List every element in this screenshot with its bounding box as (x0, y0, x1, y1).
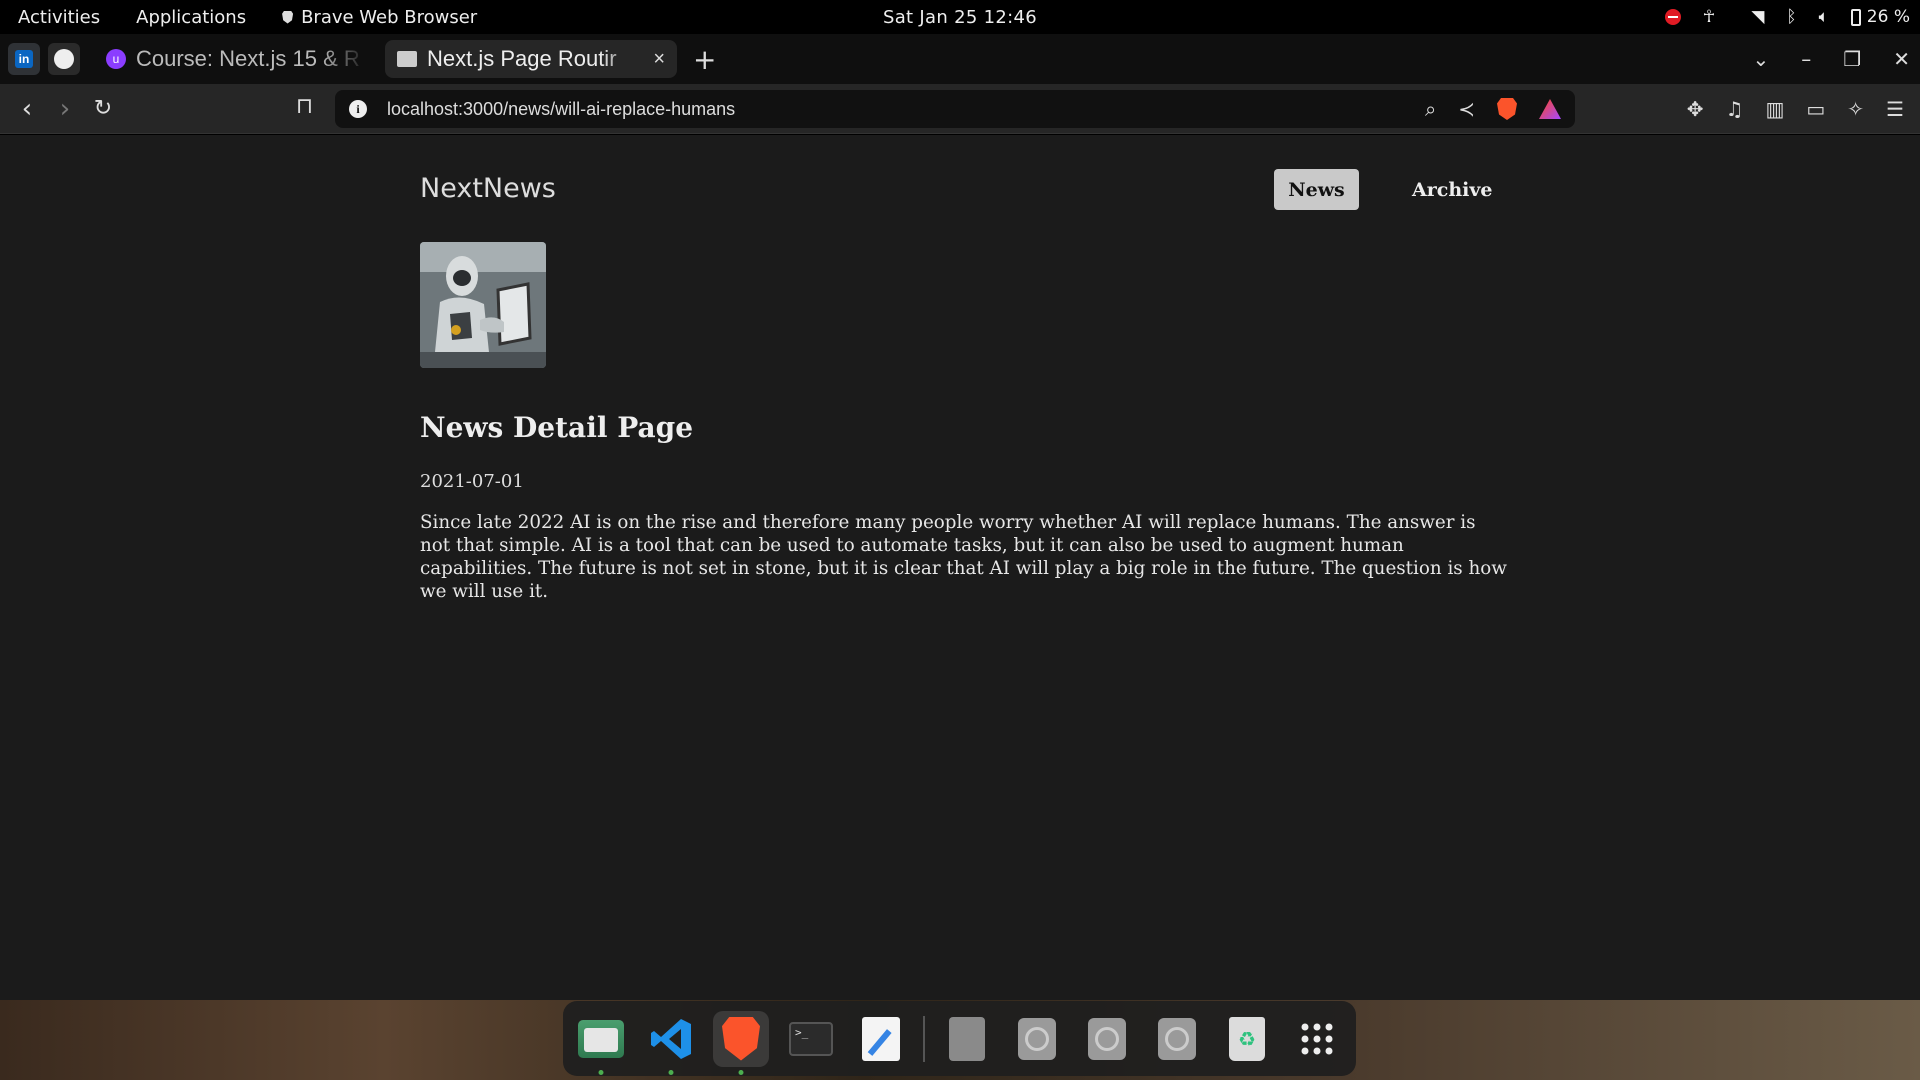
nav-link-news[interactable]: News (1274, 169, 1359, 210)
running-indicator (668, 1069, 674, 1075)
tab-nextjs-routing[interactable]: Next.js Page Routir × (385, 40, 677, 78)
sidebar-icon[interactable]: ▥ (1765, 97, 1784, 121)
address-bar[interactable]: i localhost:3000/news/will-ai-replace-hu… (335, 90, 1575, 128)
editor-shape (862, 1016, 900, 1061)
extensions-icon[interactable]: ✥ (1687, 97, 1704, 121)
dock: >_ ♻ (563, 1001, 1356, 1076)
running-indicator (738, 1069, 744, 1075)
wallet-icon[interactable]: ▭ (1806, 97, 1825, 121)
trash-icon[interactable]: ♻ (1219, 1011, 1275, 1067)
pinned-tab-github[interactable] (48, 43, 80, 75)
vscode-icon[interactable] (643, 1011, 699, 1075)
optical-drive-icon[interactable] (1149, 1011, 1205, 1067)
system-top-bar: Activities Applications Brave Web Browse… (0, 0, 1920, 34)
news-date: 2021-07-01 (420, 471, 524, 492)
battery-icon (1850, 8, 1861, 26)
disc-shape (1018, 1017, 1056, 1060)
page-title: News Detail Page (420, 411, 694, 444)
pinned-tab-linkedin[interactable]: in (8, 43, 40, 75)
battery-indicator[interactable]: 26 % (1850, 7, 1910, 27)
running-indicator (598, 1069, 604, 1075)
active-app-indicator[interactable]: Brave Web Browser (264, 7, 495, 28)
optical-drive-icon[interactable] (1079, 1011, 1135, 1067)
activities-button[interactable]: Activities (0, 7, 118, 28)
battery-percent: 26 % (1866, 7, 1910, 27)
files-icon[interactable] (573, 1011, 629, 1075)
minimize-icon[interactable]: – (1801, 47, 1811, 71)
brave-shields-icon[interactable] (1497, 98, 1517, 120)
udemy-icon: u (106, 49, 126, 69)
news-image (420, 242, 546, 368)
new-tab-button[interactable]: + (693, 43, 716, 76)
tab-search-chevron-icon[interactable]: ⌄ (1753, 47, 1770, 71)
robot-illustration (420, 242, 546, 368)
reload-button[interactable]: ↻ (84, 96, 122, 121)
media-icon[interactable]: ♫ (1726, 97, 1744, 121)
app-grid-dots (1301, 1023, 1333, 1054)
close-window-icon[interactable]: ✕ (1893, 47, 1910, 71)
brave-logo (722, 1016, 760, 1061)
terminal-shape: >_ (789, 1021, 833, 1056)
terminal-icon[interactable]: >_ (783, 1011, 839, 1067)
system-tray[interactable]: ☥ ◥ ᛒ 🔈︎ 26 % (1664, 0, 1910, 34)
trash-shape: ♻ (1229, 1016, 1265, 1061)
wifi-icon[interactable]: ◥ (1751, 7, 1764, 27)
menu-icon[interactable]: ☰ (1886, 97, 1904, 121)
brave-icon[interactable] (713, 1010, 769, 1075)
browser-toolbar: ‹ › ↻ ⊓ i localhost:3000/news/will-ai-re… (0, 84, 1920, 134)
news-body: Since late 2022 AI is on the rise and th… (420, 512, 1507, 602)
brave-small-icon (282, 10, 294, 24)
site-info-icon[interactable]: i (349, 100, 367, 118)
optical-drive-icon[interactable] (1009, 1011, 1065, 1067)
disk-shape (949, 1016, 985, 1061)
clock[interactable]: Sat Jan 25 12:46 (883, 0, 1037, 34)
notification-badge: 1 (1555, 99, 1561, 107)
close-tab-icon[interactable]: × (653, 48, 665, 71)
folder-shape (578, 1019, 624, 1058)
web-page: NextNews News Archive News Detail Page 2… (0, 135, 1920, 1000)
window-controls: ⌄ – ❐ ✕ (1753, 34, 1910, 84)
leo-ai-icon[interactable]: ✧ (1847, 97, 1864, 121)
site-logo[interactable]: NextNews (420, 173, 556, 204)
tab-course[interactable]: u Course: Next.js 15 & R (94, 40, 379, 78)
tab-title: Course: Next.js 15 & R (136, 46, 360, 71)
disc-shape (1158, 1017, 1196, 1060)
url-text[interactable]: localhost:3000/news/will-ai-replace-huma… (387, 99, 735, 120)
tab-title: Next.js Page Routir (427, 46, 617, 71)
back-button[interactable]: ‹ (8, 94, 46, 124)
disk-icon[interactable] (939, 1011, 995, 1067)
restore-icon[interactable]: ❐ (1843, 47, 1861, 71)
disc-shape (1088, 1017, 1126, 1060)
nav-link-archive[interactable]: Archive (1412, 169, 1492, 210)
app-grid-icon[interactable] (1289, 1011, 1345, 1067)
brave-rewards-icon[interactable]: 1 (1539, 99, 1561, 119)
bluetooth-icon[interactable]: ᛒ (1786, 7, 1796, 27)
forward-button[interactable]: › (46, 94, 84, 124)
linkedin-icon: in (15, 50, 33, 68)
text-editor-icon[interactable] (853, 1011, 909, 1067)
volume-icon[interactable]: 🔈︎ (1819, 7, 1829, 27)
share-icon[interactable]: ≺ (1458, 97, 1475, 121)
dock-separator (923, 1015, 925, 1062)
browser-tab-strip: in u Course: Next.js 15 & R Next.js Page… (0, 34, 1920, 84)
active-app-label: Brave Web Browser (301, 6, 478, 28)
page-favicon (397, 51, 417, 67)
do-not-disturb-icon[interactable] (1664, 9, 1681, 25)
accessibility-icon[interactable]: ☥ (1703, 7, 1716, 27)
applications-menu[interactable]: Applications (118, 7, 264, 28)
zoom-icon[interactable]: ⌕ (1425, 97, 1436, 121)
bookmark-icon[interactable]: ⊓ (296, 94, 313, 119)
github-icon (54, 49, 74, 69)
vscode-logo (651, 1018, 691, 1059)
